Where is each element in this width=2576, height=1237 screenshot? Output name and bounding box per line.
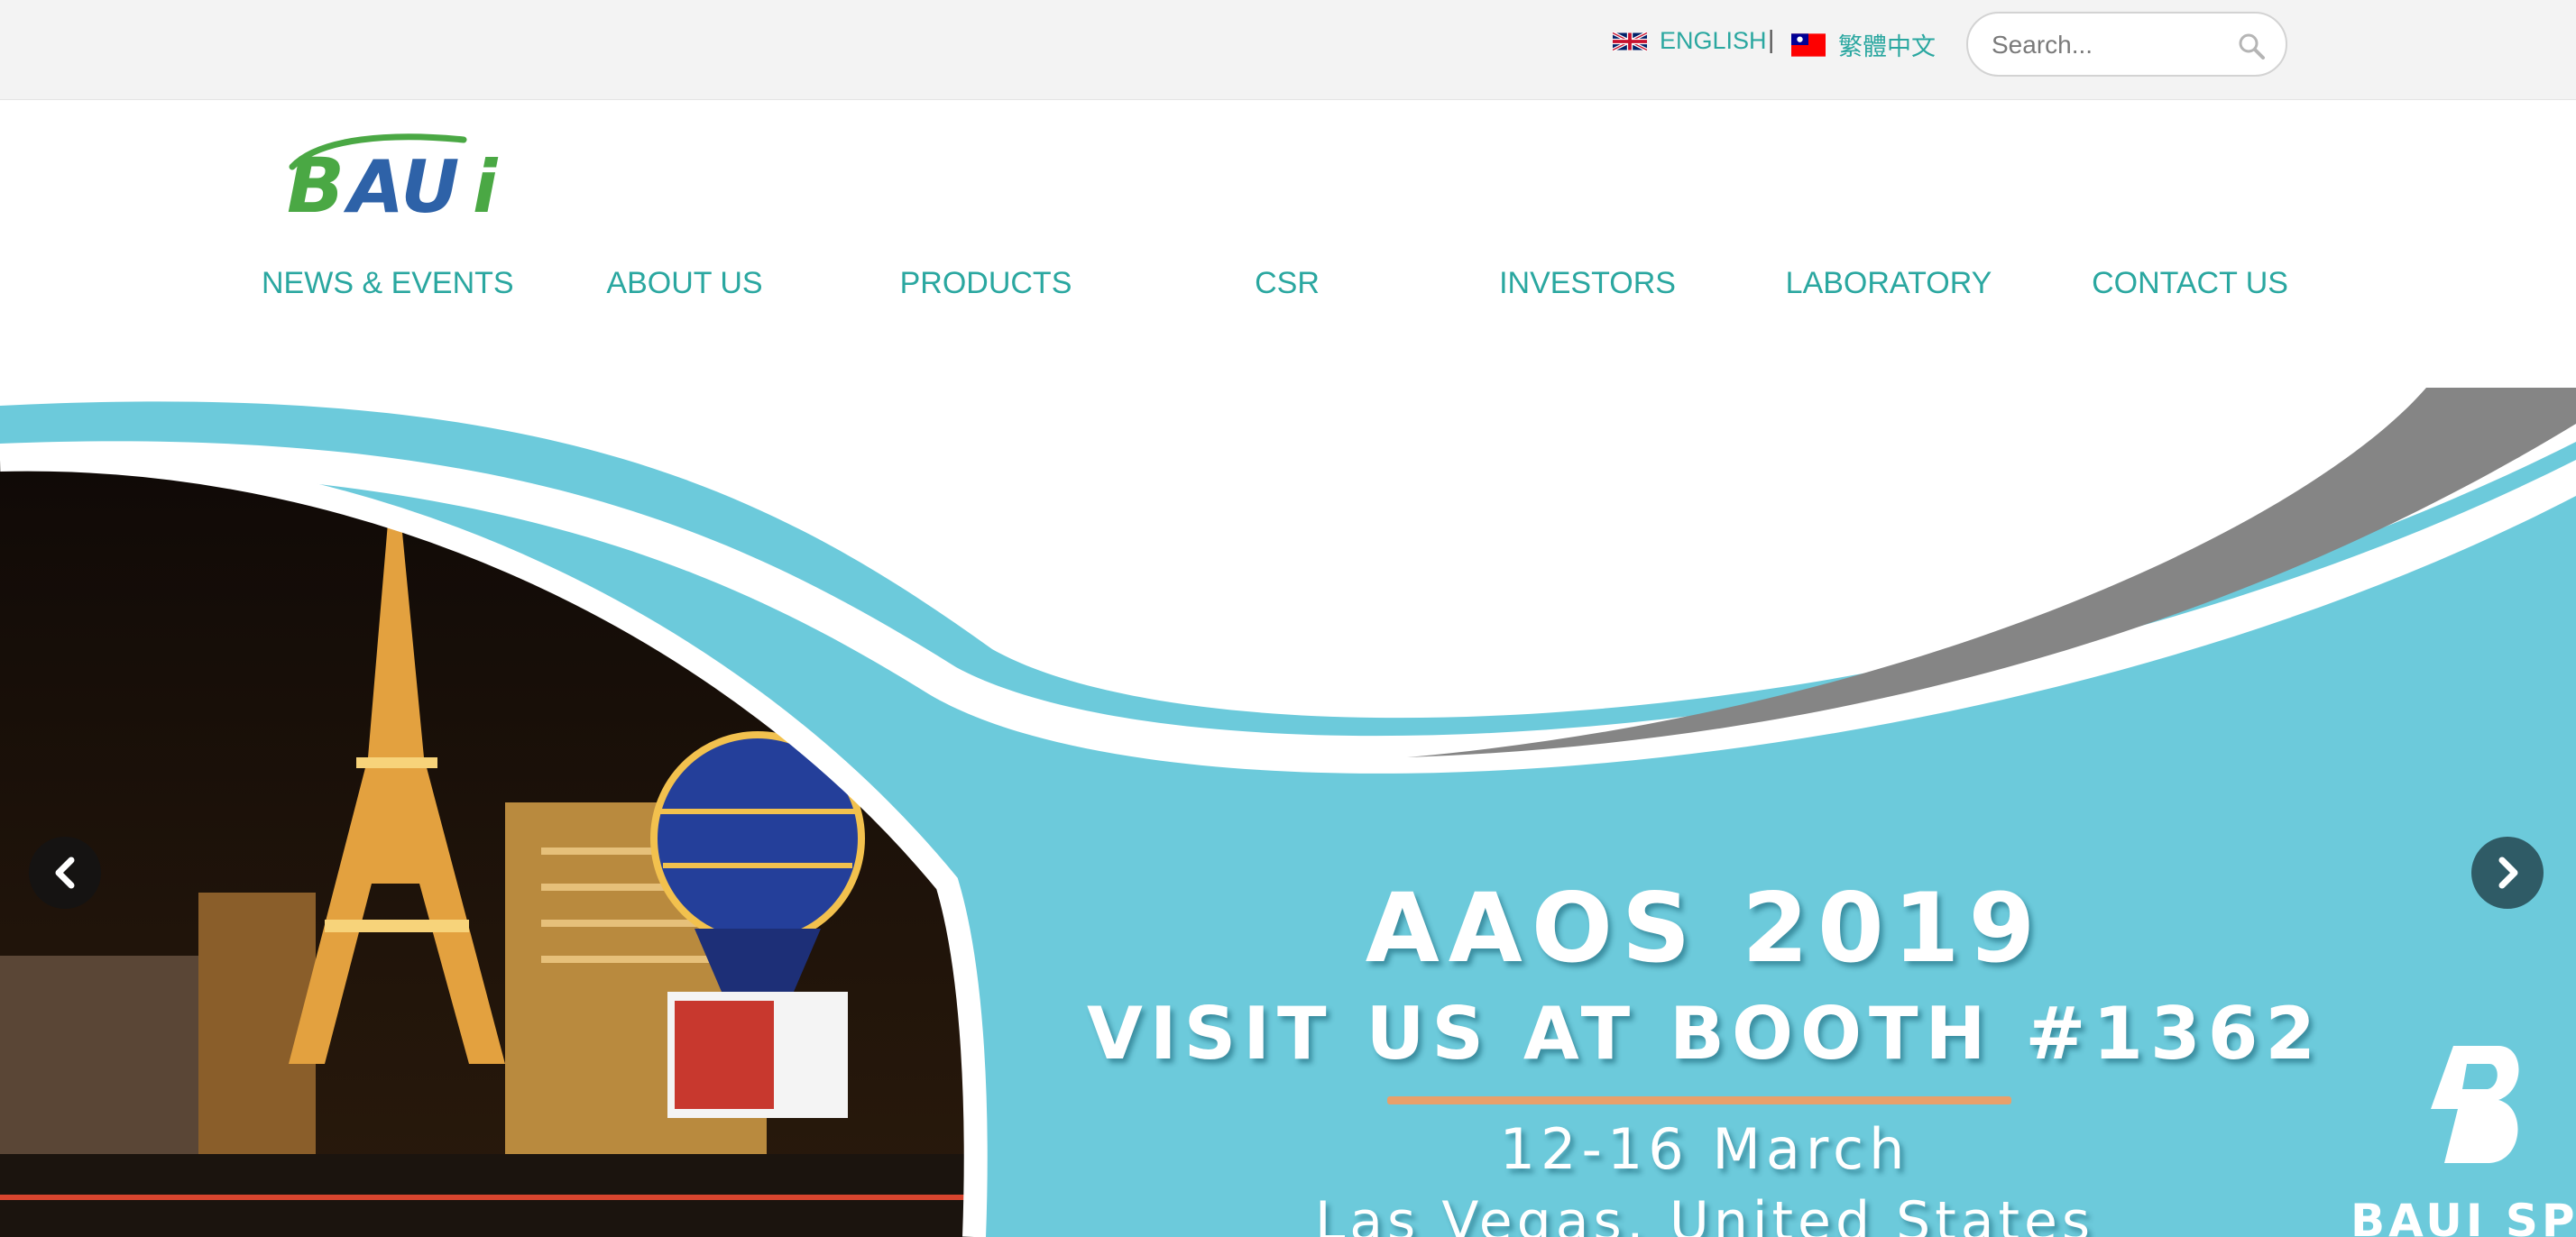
baui-logo[interactable]: B AU i [283,131,525,219]
language-english-link[interactable]: ENGLISH [1613,27,1767,55]
svg-text:i: i [473,145,499,219]
search-box [1966,12,2287,77]
language-separator: | [1768,25,1775,53]
nav-products[interactable]: PRODUCTS [864,266,1108,301]
nav-about-us[interactable]: ABOUT US [563,266,806,301]
nav-contact-us[interactable]: CONTACT US [2068,266,2312,301]
search-input[interactable] [1990,24,2237,66]
nav-laboratory[interactable]: LABORATORY [1767,266,2010,301]
hero-headline: AAOS 2019 [1365,873,2045,984]
baui-spine-brand: BAUI SPINE [2351,1195,2576,1237]
hero-slider: AAOS 2019 VISIT US AT BOOTH #1362 12-16 … [0,379,2576,1237]
language-chinese-label: 繁體中文 [1838,33,1936,60]
top-utility-bar: ENGLISH | 繁體中文 [0,0,2576,100]
baui-spine-mark-icon [2431,1046,2519,1163]
slider-prev-button[interactable] [29,837,101,909]
hero-location: Las Vegas, United States [1314,1190,2095,1237]
taiwan-flag-icon [1791,32,1826,57]
language-english-label: ENGLISH [1660,27,1767,54]
svg-text:AU: AU [343,145,459,219]
search-icon[interactable] [2237,32,2266,60]
slider-next-button[interactable] [2471,837,2544,909]
hero-date: 12-16 March [1499,1116,1910,1182]
svg-text:B: B [287,142,345,219]
headline-divider [1387,1096,2011,1104]
nav-investors[interactable]: INVESTORS [1466,266,1709,301]
chevron-left-icon [55,857,75,889]
hero-subheadline: VISIT US AT BOOTH #1362 [1086,992,2323,1076]
main-navigation: NEWS & EVENTS ABOUT US PRODUCTS CSR INVE… [0,266,2576,315]
uk-flag-icon [1613,31,1647,51]
nav-csr[interactable]: CSR [1165,266,1409,301]
chevron-right-icon [2498,857,2518,889]
hero-background [0,388,2576,1237]
nav-news-events[interactable]: NEWS & EVENTS [262,266,514,301]
language-chinese-link[interactable]: 繁體中文 [1791,27,1936,62]
